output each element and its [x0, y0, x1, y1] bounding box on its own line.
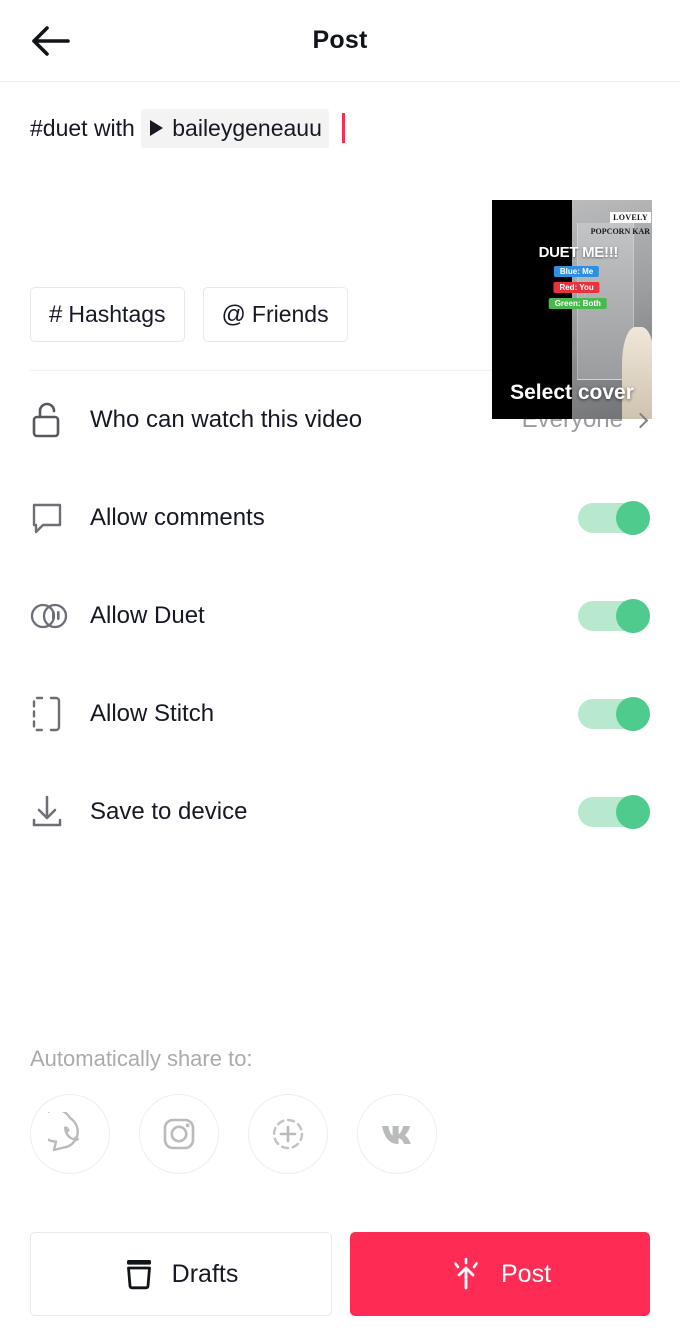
toggle-knob: [616, 501, 650, 535]
toggle-knob: [616, 599, 650, 633]
drafts-button-label: Drafts: [171, 1259, 239, 1288]
allow-stitch-toggle[interactable]: [578, 697, 650, 731]
comment-bubble-icon: [30, 501, 76, 535]
row-allow-comments[interactable]: Allow comments: [30, 469, 650, 567]
upload-burst-icon: [454, 1257, 478, 1290]
toggle-knob: [616, 795, 650, 829]
text-cursor: [341, 113, 345, 143]
row-allow-stitch[interactable]: Allow Stitch: [30, 665, 650, 763]
auto-share-label: Automatically share to:: [30, 1046, 253, 1071]
allow-stitch-label: Allow Stitch: [90, 700, 215, 727]
select-cover-label[interactable]: Select cover: [492, 371, 652, 419]
cover-poster-line1: LOVELY: [610, 212, 651, 223]
save-to-device-label: Save to device: [90, 798, 248, 825]
play-triangle-icon: [150, 119, 164, 136]
row-save-to-device[interactable]: Save to device: [30, 763, 650, 861]
app-header: Post: [0, 0, 680, 82]
friends-chip-label: Friends: [251, 301, 329, 327]
mention-chip[interactable]: baileygeneauu: [141, 108, 329, 148]
toggle-knob: [616, 697, 650, 731]
whatsapp-icon[interactable]: [30, 1094, 110, 1174]
at-symbol-icon: @: [221, 300, 246, 328]
vk-icon[interactable]: [357, 1094, 437, 1174]
hashtags-chip-label: Hashtags: [68, 301, 166, 327]
cover-poster-line2: POPCORN KAR: [590, 227, 650, 236]
save-to-device-toggle[interactable]: [578, 795, 650, 829]
who-can-watch-label: Who can watch this video: [90, 406, 363, 433]
caption-prefix-text: #duet with: [30, 115, 142, 141]
cover-tag-blue: Blue: Me: [553, 266, 600, 277]
instagram-icon[interactable]: [139, 1094, 219, 1174]
share-icon-row: [30, 1094, 650, 1174]
duet-circles-icon: [30, 601, 76, 631]
download-icon: [30, 794, 76, 830]
drafts-button[interactable]: Drafts: [30, 1232, 332, 1316]
footer-actions: Drafts Post: [30, 1232, 650, 1316]
unlock-icon: [30, 401, 76, 439]
archive-box-icon: [126, 1260, 151, 1290]
back-button[interactable]: [22, 16, 78, 66]
caption-section: #duet with baileygeneauu # Hashtags @ Fr…: [0, 82, 680, 419]
cover-duet-title: DUET ME!!!: [538, 244, 619, 261]
allow-duet-label: Allow Duet: [90, 602, 205, 629]
cover-tag-green: Green: Both: [548, 298, 607, 309]
hash-symbol-icon: #: [49, 300, 63, 328]
hashtags-chip[interactable]: # Hashtags: [30, 287, 185, 342]
friends-chip[interactable]: @ Friends: [202, 287, 348, 342]
video-cover-thumbnail[interactable]: LOVELY POPCORN KAR DUET ME!!! Blue: Me R…: [492, 200, 652, 419]
caption-input[interactable]: #duet with baileygeneauu: [30, 108, 650, 148]
cover-tag-red: Red: You: [553, 282, 600, 293]
allow-comments-label: Allow comments: [90, 504, 265, 531]
stitch-bracket-icon: [30, 695, 76, 733]
instagram-story-icon[interactable]: [248, 1094, 328, 1174]
settings-list: Who can watch this video Everyone Allow …: [0, 371, 680, 861]
page-title: Post: [312, 26, 368, 54]
allow-duet-toggle[interactable]: [578, 599, 650, 633]
post-button-label: Post: [500, 1259, 552, 1288]
post-button[interactable]: Post: [350, 1232, 650, 1316]
caption-chip-row: # Hashtags @ Friends: [30, 287, 348, 342]
row-allow-duet[interactable]: Allow Duet: [30, 567, 650, 665]
allow-comments-toggle[interactable]: [578, 501, 650, 535]
mention-username: baileygeneauu: [172, 114, 322, 141]
arrow-left-icon: [32, 25, 70, 56]
auto-share-section: Automatically share to:: [30, 1046, 650, 1174]
